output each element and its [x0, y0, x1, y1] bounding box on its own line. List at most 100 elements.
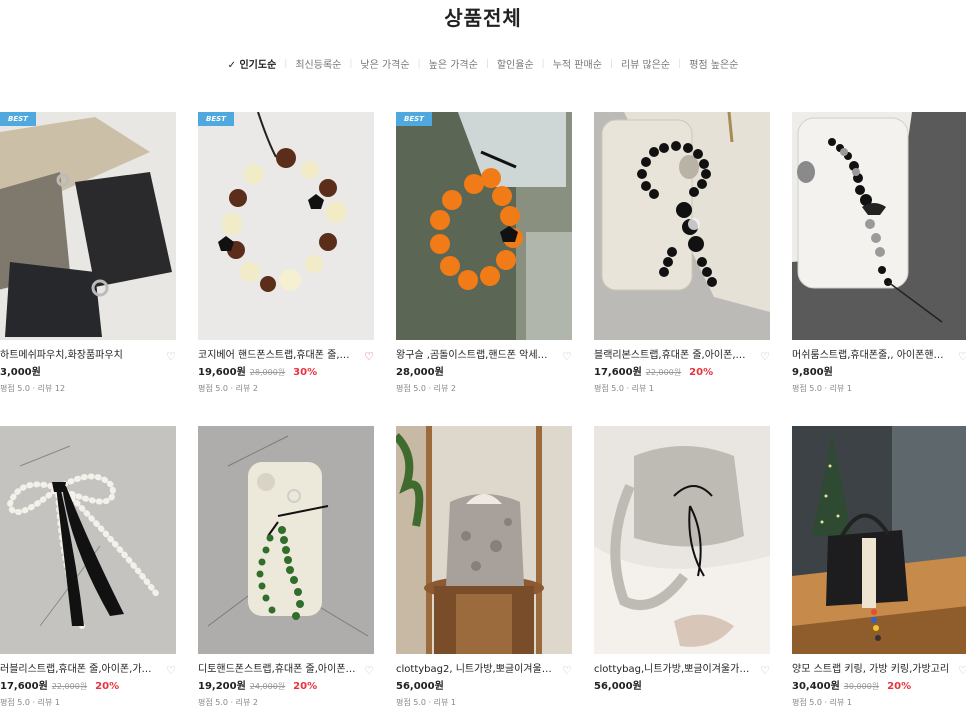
- discount-rate: 20%: [293, 681, 318, 692]
- discount-rate: 20%: [887, 681, 912, 692]
- price-value: 3,000원: [0, 367, 41, 378]
- product-name[interactable]: clottybag,니트가방,뽀글이겨울가방,토트: [594, 663, 752, 676]
- product-image[interactable]: [792, 112, 966, 340]
- rating-reviews: 평점 5.0 · 리뷰 1: [792, 698, 852, 707]
- rating-reviews: 평점 5.0 · 리뷰 1: [396, 698, 456, 707]
- heart-icon[interactable]: ♡: [760, 664, 770, 677]
- heart-icon[interactable]: ♡: [760, 350, 770, 363]
- original-price: 28,000원: [249, 368, 286, 377]
- product-image[interactable]: BEST: [198, 112, 374, 340]
- product-price: 9,800원: [792, 366, 966, 379]
- product-price: 30,400원 30,000원 20%: [792, 680, 966, 693]
- rating-reviews: 평점 5.0 · 리뷰 1: [594, 384, 654, 393]
- sort-option-sales[interactable]: 누적 판매순: [545, 56, 610, 71]
- heart-icon[interactable]: ♡: [364, 350, 374, 363]
- original-price: 30,000원: [843, 682, 880, 691]
- product-photo: [0, 426, 176, 654]
- heart-icon[interactable]: ♡: [364, 664, 374, 677]
- rating-reviews: 평점 5.0 · 리뷰 12: [0, 384, 66, 393]
- product-card[interactable]: 머쉬룸스트랩,휴대폰줄,, 아이폰핸드폰 ♡ 9,800원 평점 5.0 · 리…: [792, 112, 966, 394]
- price-value: 19,600원: [198, 367, 246, 378]
- product-card[interactable]: BEST 하트메쉬파우치,화장품파우치 ♡ 3,000원 평점 5.0 · 리뷰…: [0, 112, 176, 394]
- product-name[interactable]: 왕구슬 ,곰돌이스트랩,핸드폰 악세사리: [396, 349, 554, 362]
- price-value: 17,600원: [0, 681, 48, 692]
- product-card[interactable]: 러블리스트랩,휴대폰 줄,아이폰,가방고리 ♡ 17,600원 22,000원 20…: [0, 426, 176, 708]
- original-price: 24,000원: [249, 682, 286, 691]
- price-value: 28,000원: [396, 367, 444, 378]
- product-image[interactable]: [594, 426, 770, 654]
- product-name[interactable]: 하트메쉬파우치,화장품파우치: [0, 349, 158, 362]
- product-image[interactable]: [0, 426, 176, 654]
- product-card[interactable]: clottybag2, 니트가방,뽀글이겨울가방 ♡ 56,000원 평점 5.…: [396, 426, 572, 708]
- price-value: 17,600원: [594, 367, 642, 378]
- rating-reviews: 평점 5.0 · 리뷰 2: [198, 698, 258, 707]
- product-image[interactable]: [198, 426, 374, 654]
- heart-icon[interactable]: ♡: [958, 350, 966, 363]
- rating-reviews: 평점 5.0 · 리뷰 2: [198, 384, 258, 393]
- product-photo: [396, 426, 572, 654]
- product-price: 56,000원: [594, 680, 770, 693]
- page-title: 상품전체: [444, 6, 522, 30]
- product-photo: [792, 112, 966, 340]
- discount-rate: 20%: [95, 681, 120, 692]
- product-card[interactable]: 디토핸드폰스트랩,휴대폰 줄,아이폰,갤럭시 ♡ 19,200원24,000원 2…: [198, 426, 374, 708]
- product-photo: [198, 426, 374, 654]
- product-price: 3,000원: [0, 366, 176, 379]
- product-name[interactable]: 러블리스트랩,휴대폰 줄,아이폰,가방고리: [0, 663, 158, 676]
- product-name[interactable]: 양모 스트랩 키링, 가방 키링,가방고리: [792, 663, 950, 676]
- product-price: 19,600원 28,000원 30%: [198, 366, 374, 379]
- product-image[interactable]: [594, 112, 770, 340]
- product-image[interactable]: [396, 426, 572, 654]
- product-image[interactable]: BEST: [0, 112, 176, 340]
- sort-option-reviews[interactable]: 리뷰 많은순: [613, 56, 678, 71]
- product-name[interactable]: 블랙리본스트랩,휴대폰 줄,아이폰,갤럭시: [594, 349, 752, 362]
- product-photo: [792, 426, 966, 654]
- original-price: 22,000원: [51, 682, 88, 691]
- product-photo: [594, 426, 770, 654]
- heart-icon[interactable]: ♡: [166, 664, 176, 677]
- rating-reviews: [594, 697, 770, 708]
- product-card[interactable]: BEST 코지베어 핸드폰스트랩,휴대폰 줄,아이폰 ♡ 19,600원 28,0…: [198, 112, 374, 394]
- product-price: 28,000원: [396, 366, 572, 379]
- product-card[interactable]: 블랙리본스트랩,휴대폰 줄,아이폰,갤럭시 ♡ 17,600원 22,000원 20…: [594, 112, 770, 394]
- product-card[interactable]: clottybag,니트가방,뽀글이겨울가방,토트 ♡ 56,000원: [594, 426, 770, 708]
- product-name[interactable]: 코지베어 핸드폰스트랩,휴대폰 줄,아이폰: [198, 349, 356, 362]
- sort-option-label: 인기도순: [239, 60, 277, 71]
- sort-option-low-price[interactable]: 낮은 가격순: [352, 56, 417, 71]
- heart-icon[interactable]: ♡: [562, 350, 572, 363]
- product-price: 56,000원: [396, 680, 572, 693]
- sort-bar: ✓ 인기도순 | 최신등록순 | 낮은 가격순 | 높은 가격순 | 할인율순 | 누적 …: [0, 56, 966, 72]
- product-image[interactable]: BEST: [396, 112, 572, 340]
- sort-option-popular[interactable]: ✓ 인기도순: [220, 56, 285, 71]
- product-image[interactable]: [792, 426, 966, 654]
- heart-icon[interactable]: ♡: [958, 664, 966, 677]
- product-price: 17,600원 22,000원 20%: [0, 680, 176, 693]
- price-value: 56,000원: [594, 681, 642, 692]
- best-badge: BEST: [198, 112, 234, 126]
- sort-option-rating[interactable]: 평점 높은순: [681, 56, 746, 71]
- product-price: 17,600원 22,000원 20%: [594, 366, 770, 379]
- sort-option-newest[interactable]: 최신등록순: [287, 56, 349, 71]
- discount-rate: 30%: [293, 367, 318, 378]
- price-value: 30,400원: [792, 681, 840, 692]
- heart-icon[interactable]: ♡: [166, 350, 176, 363]
- rating-reviews: 평점 5.0 · 리뷰 1: [0, 698, 60, 707]
- product-name[interactable]: clottybag2, 니트가방,뽀글이겨울가방: [396, 663, 554, 676]
- best-badge: BEST: [396, 112, 432, 126]
- product-card[interactable]: 양모 스트랩 키링, 가방 키링,가방고리 ♡ 30,400원 30,000원 20…: [792, 426, 966, 708]
- check-icon: ✓: [227, 60, 236, 71]
- product-photo: [198, 112, 374, 340]
- product-card[interactable]: BEST 왕구슬 ,곰돌이스트랩,핸드폰 악세사리 ♡ 28,000원 평점 5…: [396, 112, 572, 394]
- sort-option-high-price[interactable]: 높은 가격순: [421, 56, 486, 71]
- rating-reviews: 평점 5.0 · 리뷰 2: [396, 384, 456, 393]
- product-photo: [594, 112, 770, 340]
- price-value: 56,000원: [396, 681, 444, 692]
- price-value: 19,200원: [198, 681, 246, 692]
- product-name[interactable]: 머쉬룸스트랩,휴대폰줄,, 아이폰핸드폰: [792, 349, 950, 362]
- heart-icon[interactable]: ♡: [562, 664, 572, 677]
- product-name[interactable]: 디토핸드폰스트랩,휴대폰 줄,아이폰,갤럭시: [198, 663, 356, 676]
- price-value: 9,800원: [792, 367, 833, 378]
- sort-option-discount[interactable]: 할인율순: [489, 56, 542, 71]
- rating-reviews: 평점 5.0 · 리뷰 1: [792, 384, 852, 393]
- product-price: 19,200원 24,000원 20%: [198, 680, 374, 693]
